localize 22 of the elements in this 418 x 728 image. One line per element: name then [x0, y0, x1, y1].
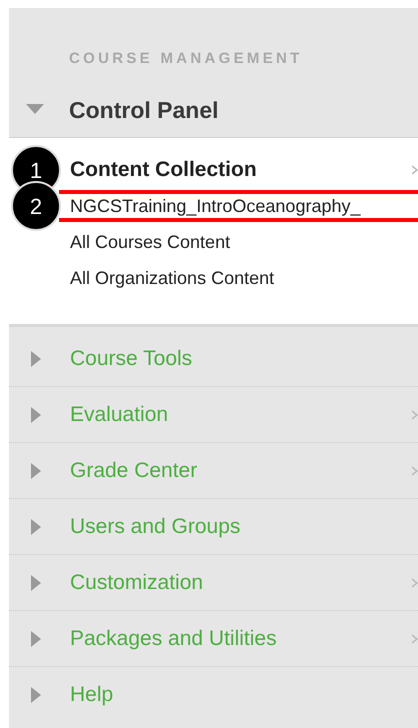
- menu-item[interactable]: Customization: [70, 566, 204, 598]
- triangle-icon[interactable]: [31, 518, 41, 534]
- menu-item[interactable]: Evaluation: [70, 398, 168, 430]
- menu-item[interactable]: Grade Center: [70, 454, 198, 486]
- triangle-icon[interactable]: [31, 630, 41, 646]
- triangle-icon[interactable]: [31, 687, 41, 703]
- menu-item[interactable]: Course Tools: [70, 342, 192, 374]
- triangle-icon[interactable]: [31, 350, 41, 366]
- submenu-link[interactable]: NGCSTraining_IntroOceanography_: [70, 192, 360, 220]
- triangle-icon[interactable]: [31, 406, 41, 422]
- menu-item[interactable]: Help: [70, 679, 114, 711]
- section-title: COURSE MANAGEMENT: [69, 49, 304, 69]
- menu-item[interactable]: Packages and Utilities: [70, 622, 277, 654]
- triangle-icon[interactable]: [26, 104, 44, 116]
- callout-marker: 2: [11, 181, 61, 231]
- submenu-link[interactable]: Content Collection: [70, 154, 257, 186]
- menu-item[interactable]: Users and Groups: [70, 510, 240, 542]
- control-panel-heading[interactable]: Control Panel: [69, 92, 219, 127]
- submenu-link[interactable]: All Organizations Content: [70, 264, 274, 292]
- submenu-link[interactable]: All Courses Content: [70, 228, 230, 256]
- triangle-icon[interactable]: [31, 462, 41, 478]
- triangle-icon[interactable]: [31, 574, 41, 590]
